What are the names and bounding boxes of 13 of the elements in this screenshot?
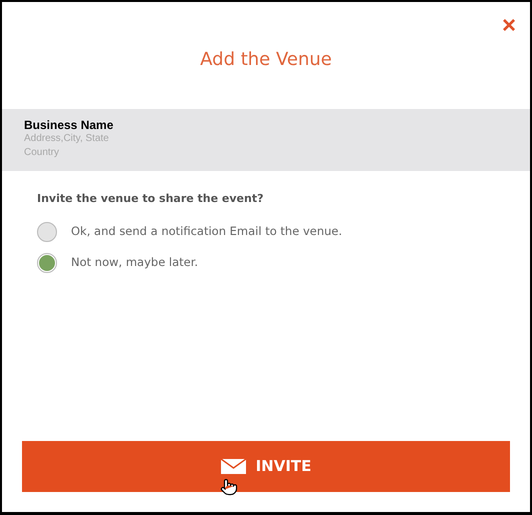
country-text: Country <box>24 146 60 160</box>
question-text: Invite the venue to share the event? <box>37 191 264 207</box>
address-text: Address,City, State <box>24 132 109 146</box>
radio-button[interactable] <box>37 222 57 242</box>
option-label: Not now, maybe later. <box>71 254 198 271</box>
business-name: Business Name <box>24 118 114 132</box>
close-button[interactable]: × <box>502 14 516 32</box>
radio-button[interactable] <box>37 252 57 272</box>
option-label: Ok, and send a notification Email to the venue. <box>71 222 342 240</box>
invite-button[interactable]: INVITE <box>22 441 510 492</box>
dialog-title: Add the Venue <box>200 48 332 72</box>
hand-cursor-icon <box>220 477 238 497</box>
envelope-icon <box>220 459 246 474</box>
